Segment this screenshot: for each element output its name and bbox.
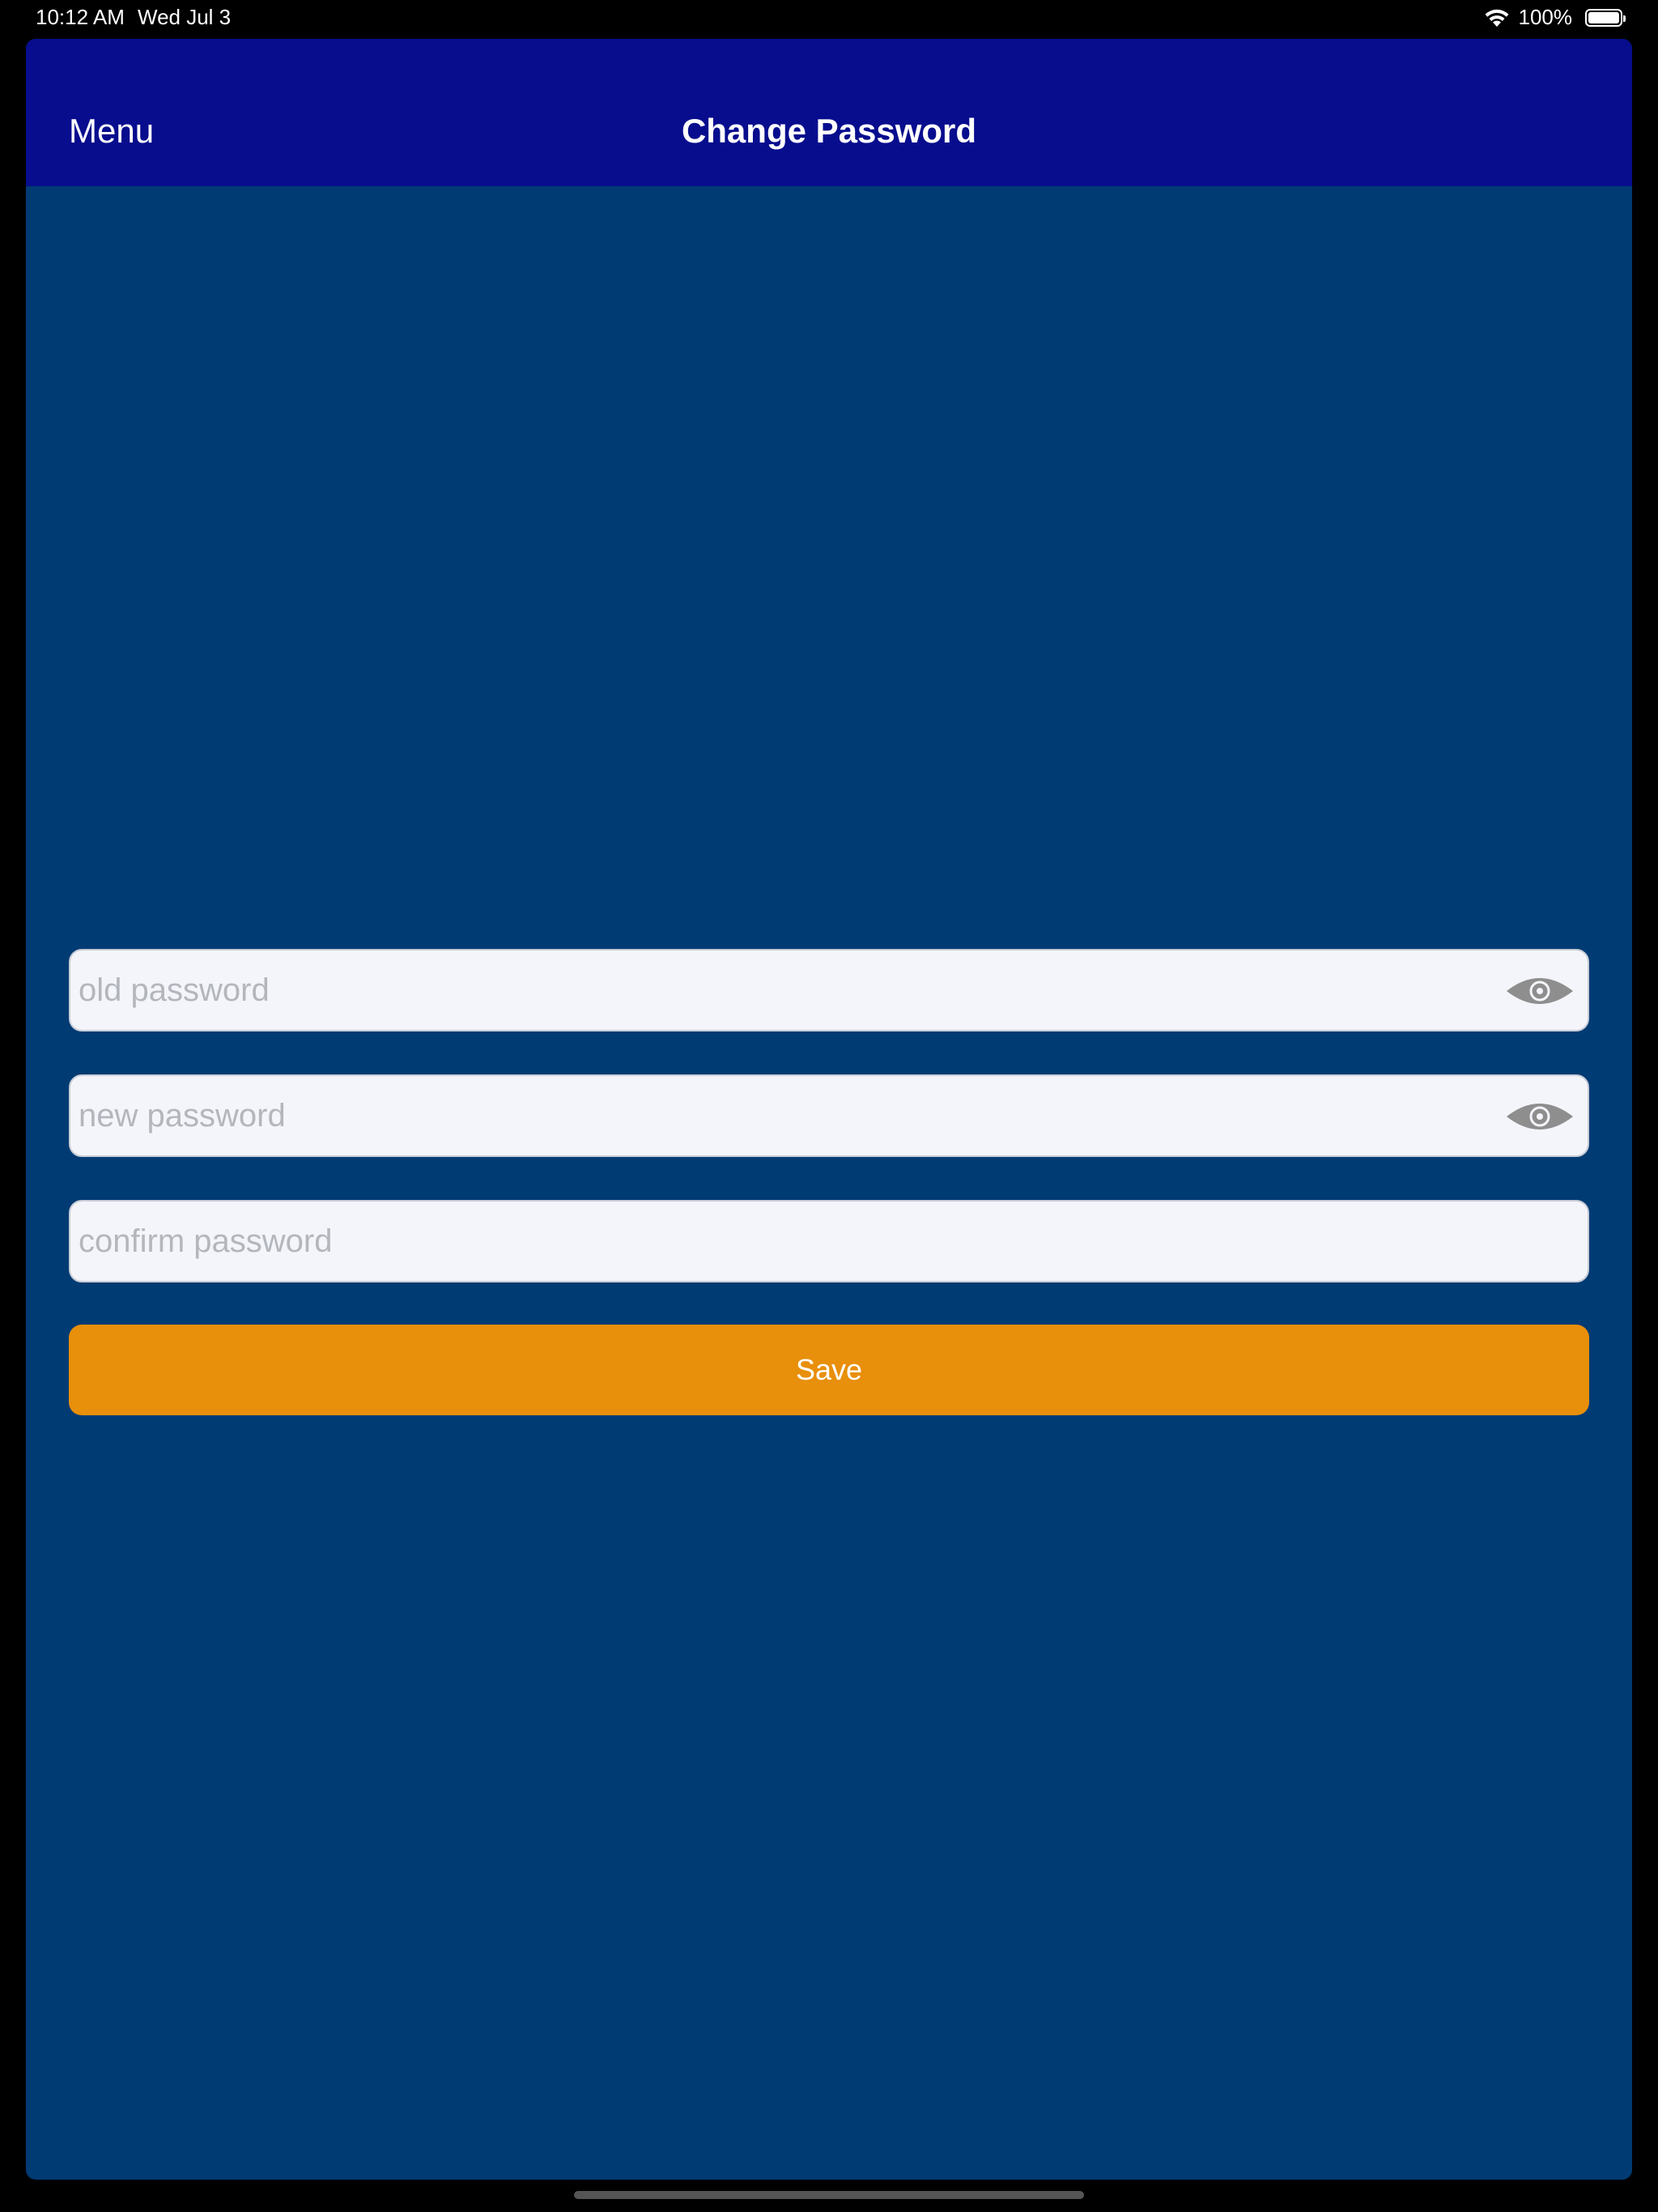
home-indicator[interactable] [574, 2191, 1084, 2199]
confirm-password-field [69, 1200, 1589, 1283]
save-button[interactable]: Save [69, 1325, 1589, 1415]
status-time: 10:12 AM [36, 5, 125, 29]
battery-icon [1585, 8, 1626, 27]
old-password-input[interactable] [70, 951, 1588, 1030]
app-window: Menu Change Password Save [26, 39, 1632, 2180]
old-password-field [69, 949, 1589, 1032]
status-bar: 10:12 AM Wed Jul 3 100% [0, 0, 1658, 36]
new-password-input[interactable] [70, 1076, 1588, 1155]
eye-icon[interactable] [1505, 1097, 1575, 1136]
screen: 10:12 AM Wed Jul 3 100% Menu Change Pass… [0, 0, 1658, 2212]
wifi-icon [1483, 7, 1511, 28]
change-password-form: Save [69, 949, 1589, 1415]
status-date: Wed Jul 3 [138, 5, 232, 29]
menu-button[interactable]: Menu [69, 112, 154, 151]
new-password-field [69, 1074, 1589, 1157]
confirm-password-input[interactable] [70, 1202, 1588, 1281]
navigation-bar: Menu Change Password [26, 39, 1632, 186]
eye-icon[interactable] [1505, 972, 1575, 1010]
battery-percent: 100% [1518, 5, 1573, 29]
status-indicators: 100% [1483, 5, 1626, 30]
page-title: Change Password [681, 112, 977, 150]
